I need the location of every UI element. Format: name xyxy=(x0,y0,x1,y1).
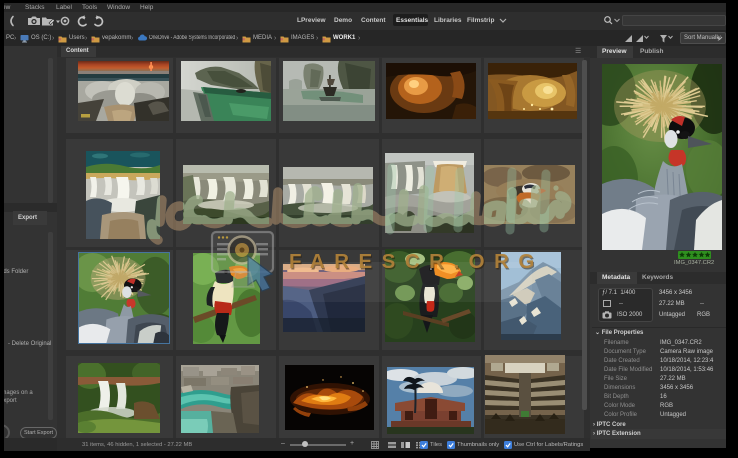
svg-text:FARESCR.ORG: FARESCR.ORG xyxy=(289,250,544,273)
